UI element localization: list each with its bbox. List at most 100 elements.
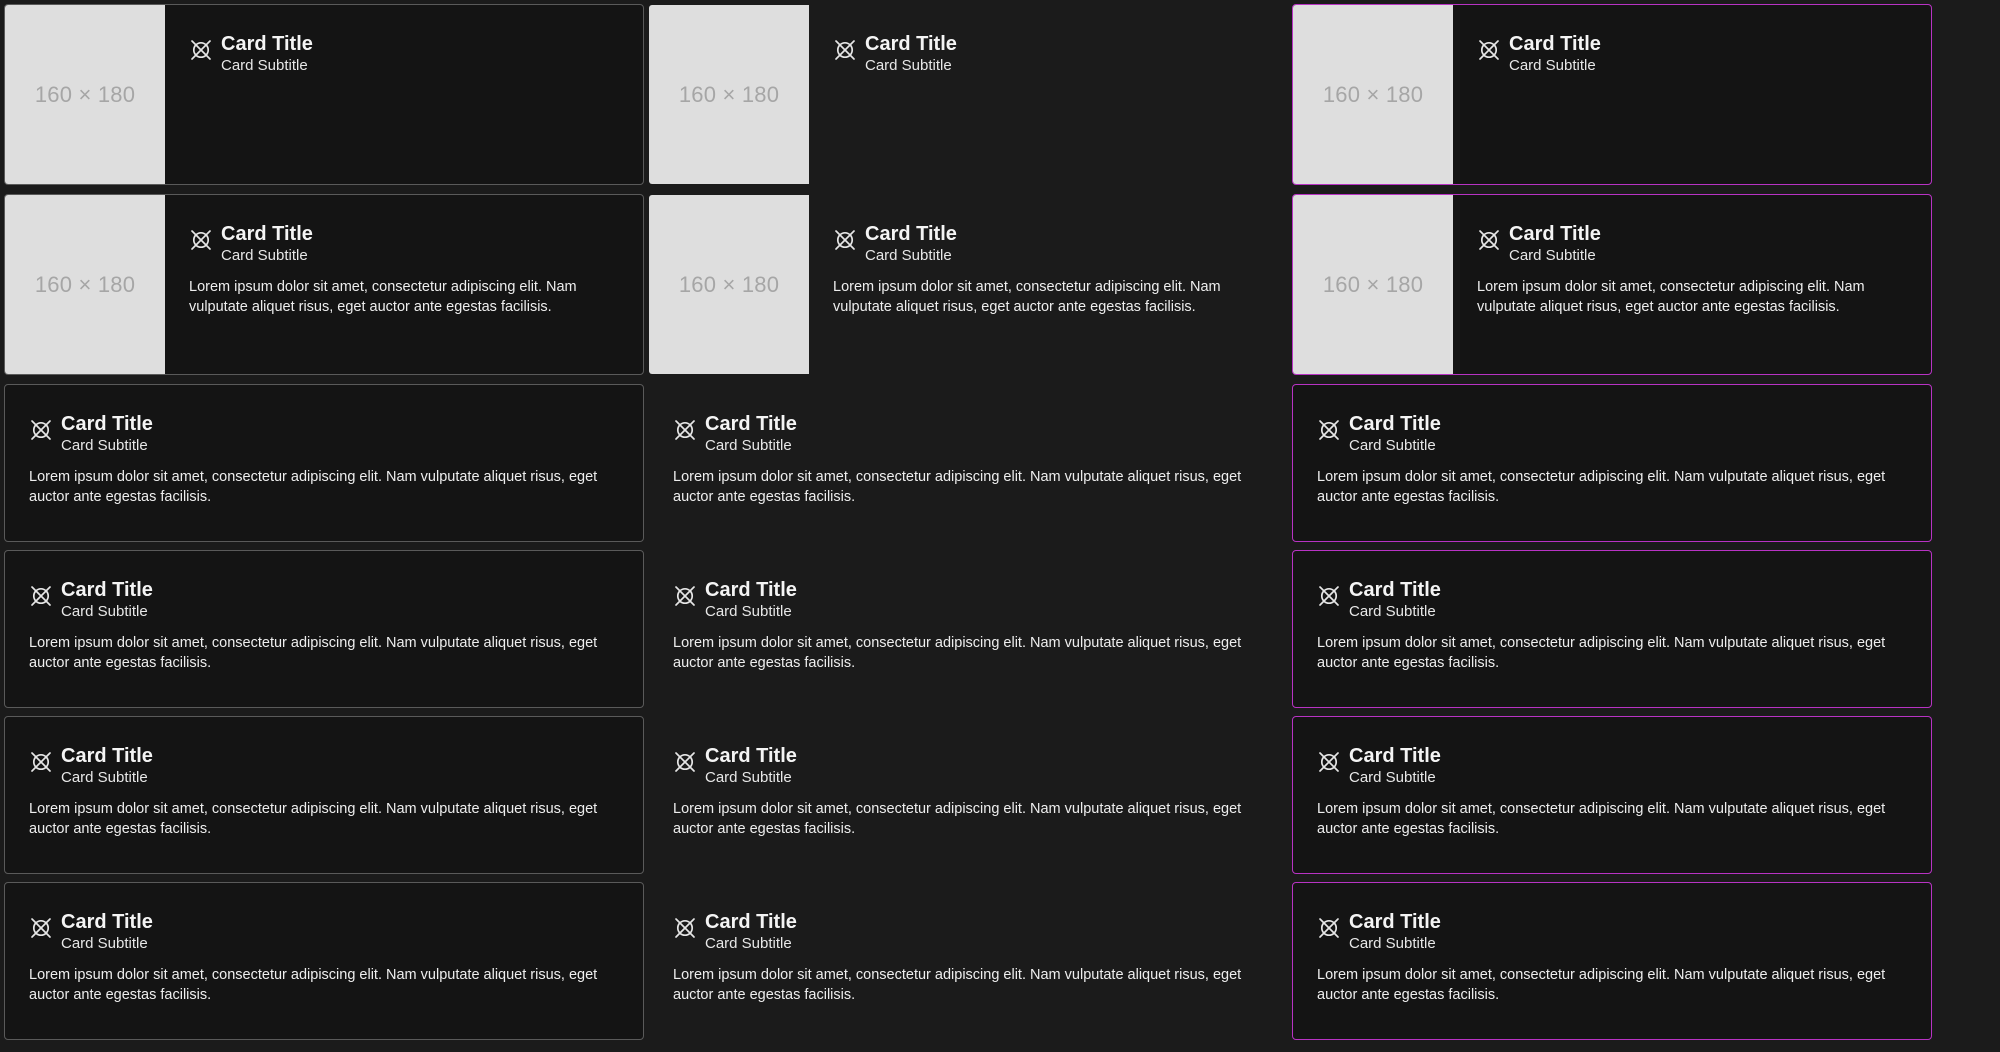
card-content: Card Title Card Subtitle Lorem ipsum dolor… [1293, 551, 1931, 707]
card-content: Card Title Card Subtitle Lorem ipsum dolor… [5, 717, 643, 873]
card-accent[interactable]: Card Title Card Subtitle Lorem ipsum dolor… [1292, 384, 1932, 542]
card-text: Lorem ipsum dolor sit amet, consectetur … [673, 635, 1242, 671]
card-flat[interactable]: Card Title Card Subtitle Lorem ipsum dolor… [648, 716, 1288, 874]
card-subtitle: Card Subtitle [1349, 935, 1436, 952]
card-subtitle: Card Subtitle [61, 769, 148, 786]
card-text: Lorem ipsum dolor sit amet, consectetur … [673, 469, 1242, 505]
card-text: Lorem ipsum dolor sit amet, consectetur … [29, 967, 598, 1003]
card-subtitle: Card Subtitle [1349, 603, 1436, 620]
card-title: Card Title [61, 579, 153, 601]
x-circle-icon [833, 228, 857, 252]
card-text: Lorem ipsum dolor sit amet, consectetur … [673, 801, 1242, 837]
card-header: Card Title Card Subtitle [673, 743, 1263, 787]
card-text: Lorem ipsum dolor sit amet, consectetur … [29, 801, 598, 837]
card-subtitle: Card Subtitle [865, 247, 952, 264]
card-accent[interactable]: Card Title Card Subtitle Lorem ipsum dolor… [1292, 550, 1932, 708]
card-subtitle: Card Subtitle [705, 769, 792, 786]
card-title: Card Title [1509, 223, 1601, 245]
card-content: Card Title Card Subtitle Lorem ipsum dolor… [5, 883, 643, 1039]
card-header: Card Title Card Subtitle [29, 909, 619, 953]
card-titles: Card Title Card Subtitle [61, 909, 153, 953]
card-accent[interactable]: 160 × 180 Card Title Card Subtitle [1292, 4, 1932, 185]
card-title: Card Title [865, 223, 957, 245]
card-titles: Card Title Card Subtitle [705, 577, 797, 621]
card-media-placeholder: 160 × 180 [1293, 5, 1453, 184]
card-text: Lorem ipsum dolor sit amet, consectetur … [673, 967, 1242, 1003]
card-subtitle: Card Subtitle [1349, 437, 1436, 454]
card-outlined[interactable]: Card Title Card Subtitle Lorem ipsum dolor… [4, 882, 644, 1040]
x-circle-icon [1317, 750, 1341, 774]
x-circle-icon [189, 228, 213, 252]
card-accent[interactable]: 160 × 180 Card Title Card Subtitle Lorem ip… [1292, 194, 1932, 375]
card-title: Card Title [221, 223, 313, 245]
card-content: Card Title Card Subtitle Lorem ipsum dolor… [649, 883, 1287, 1039]
card-subtitle: Card Subtitle [1349, 769, 1436, 786]
card-flat[interactable]: 160 × 180 Card Title Card Subtitle Lorem ip… [648, 194, 1288, 375]
card-title: Card Title [865, 33, 957, 55]
x-circle-icon [673, 916, 697, 940]
card-subtitle: Card Subtitle [221, 57, 308, 74]
card-accent[interactable]: Card Title Card Subtitle Lorem ipsum dolor… [1292, 716, 1932, 874]
card-subtitle: Card Subtitle [865, 57, 952, 74]
card-content: Card Title Card Subtitle [1453, 5, 1931, 184]
card-outlined[interactable]: 160 × 180 Card Title Card Subtitle [4, 4, 644, 185]
card-header: Card Title Card Subtitle [673, 577, 1263, 621]
card-header: Card Title Card Subtitle [29, 411, 619, 455]
x-circle-icon [673, 750, 697, 774]
card-header: Card Title Card Subtitle [673, 909, 1263, 953]
card-text: Lorem ipsum dolor sit amet, consectetur … [29, 635, 598, 671]
card-subtitle: Card Subtitle [705, 437, 792, 454]
card-header: Card Title Card Subtitle [189, 221, 619, 265]
card-accent[interactable]: Card Title Card Subtitle Lorem ipsum dolor… [1292, 882, 1932, 1040]
x-circle-icon [189, 38, 213, 62]
x-circle-icon [673, 584, 697, 608]
card-header: Card Title Card Subtitle [673, 411, 1263, 455]
card-titles: Card Title Card Subtitle [865, 31, 957, 75]
card-media-placeholder: 160 × 180 [649, 195, 809, 374]
card-header: Card Title Card Subtitle [29, 743, 619, 787]
card-outlined[interactable]: 160 × 180 Card Title Card Subtitle Lorem ip… [4, 194, 644, 375]
card-title: Card Title [1349, 745, 1441, 767]
card-title: Card Title [705, 745, 797, 767]
card-content: Card Title Card Subtitle Lorem ipsum dolor… [1293, 385, 1931, 541]
card-title: Card Title [1349, 413, 1441, 435]
card-outlined[interactable]: Card Title Card Subtitle Lorem ipsum dolor… [4, 384, 644, 542]
card-subtitle: Card Subtitle [61, 935, 148, 952]
x-circle-icon [1317, 418, 1341, 442]
card-outlined[interactable]: Card Title Card Subtitle Lorem ipsum dolor… [4, 550, 644, 708]
card-subtitle: Card Subtitle [705, 603, 792, 620]
card-text: Lorem ipsum dolor sit amet, consectetur … [1317, 801, 1886, 837]
card-media-placeholder: 160 × 180 [5, 195, 165, 374]
card-titles: Card Title Card Subtitle [1349, 909, 1441, 953]
card-titles: Card Title Card Subtitle [61, 577, 153, 621]
card-content: Card Title Card Subtitle [809, 5, 1287, 184]
card-flat[interactable]: 160 × 180 Card Title Card Subtitle [648, 4, 1288, 185]
x-circle-icon [1317, 584, 1341, 608]
card-flat[interactable]: Card Title Card Subtitle Lorem ipsum dolor… [648, 550, 1288, 708]
card-text: Lorem ipsum dolor sit amet, consectetur … [1317, 967, 1886, 1003]
card-subtitle: Card Subtitle [1509, 57, 1596, 74]
card-outlined[interactable]: Card Title Card Subtitle Lorem ipsum dolor… [4, 716, 644, 874]
card-text: Lorem ipsum dolor sit amet, consectetur … [833, 279, 1221, 315]
card-content: Card Title Card Subtitle Lorem ipsum dolor… [809, 195, 1287, 374]
x-circle-icon [29, 916, 53, 940]
card-titles: Card Title Card Subtitle [1509, 31, 1601, 75]
card-titles: Card Title Card Subtitle [1349, 743, 1441, 787]
card-flat[interactable]: Card Title Card Subtitle Lorem ipsum dolor… [648, 384, 1288, 542]
card-header: Card Title Card Subtitle [1317, 909, 1907, 953]
card-content: Card Title Card Subtitle Lorem ipsum dolor… [5, 385, 643, 541]
card-flat[interactable]: Card Title Card Subtitle Lorem ipsum dolor… [648, 882, 1288, 1040]
card-titles: Card Title Card Subtitle [705, 909, 797, 953]
x-circle-icon [833, 38, 857, 62]
card-grid: 160 × 180 Card Title Card Subtitle 160 × 18… [0, 0, 2000, 1052]
card-text: Lorem ipsum dolor sit amet, consectetur … [1477, 279, 1865, 315]
card-header: Card Title Card Subtitle [189, 31, 619, 75]
card-header: Card Title Card Subtitle [833, 31, 1263, 75]
card-content: Card Title Card Subtitle Lorem ipsum dolor… [1293, 717, 1931, 873]
card-titles: Card Title Card Subtitle [705, 743, 797, 787]
x-circle-icon [29, 584, 53, 608]
card-subtitle: Card Subtitle [61, 603, 148, 620]
card-content: Card Title Card Subtitle [165, 5, 643, 184]
card-titles: Card Title Card Subtitle [1349, 577, 1441, 621]
x-circle-icon [1477, 38, 1501, 62]
